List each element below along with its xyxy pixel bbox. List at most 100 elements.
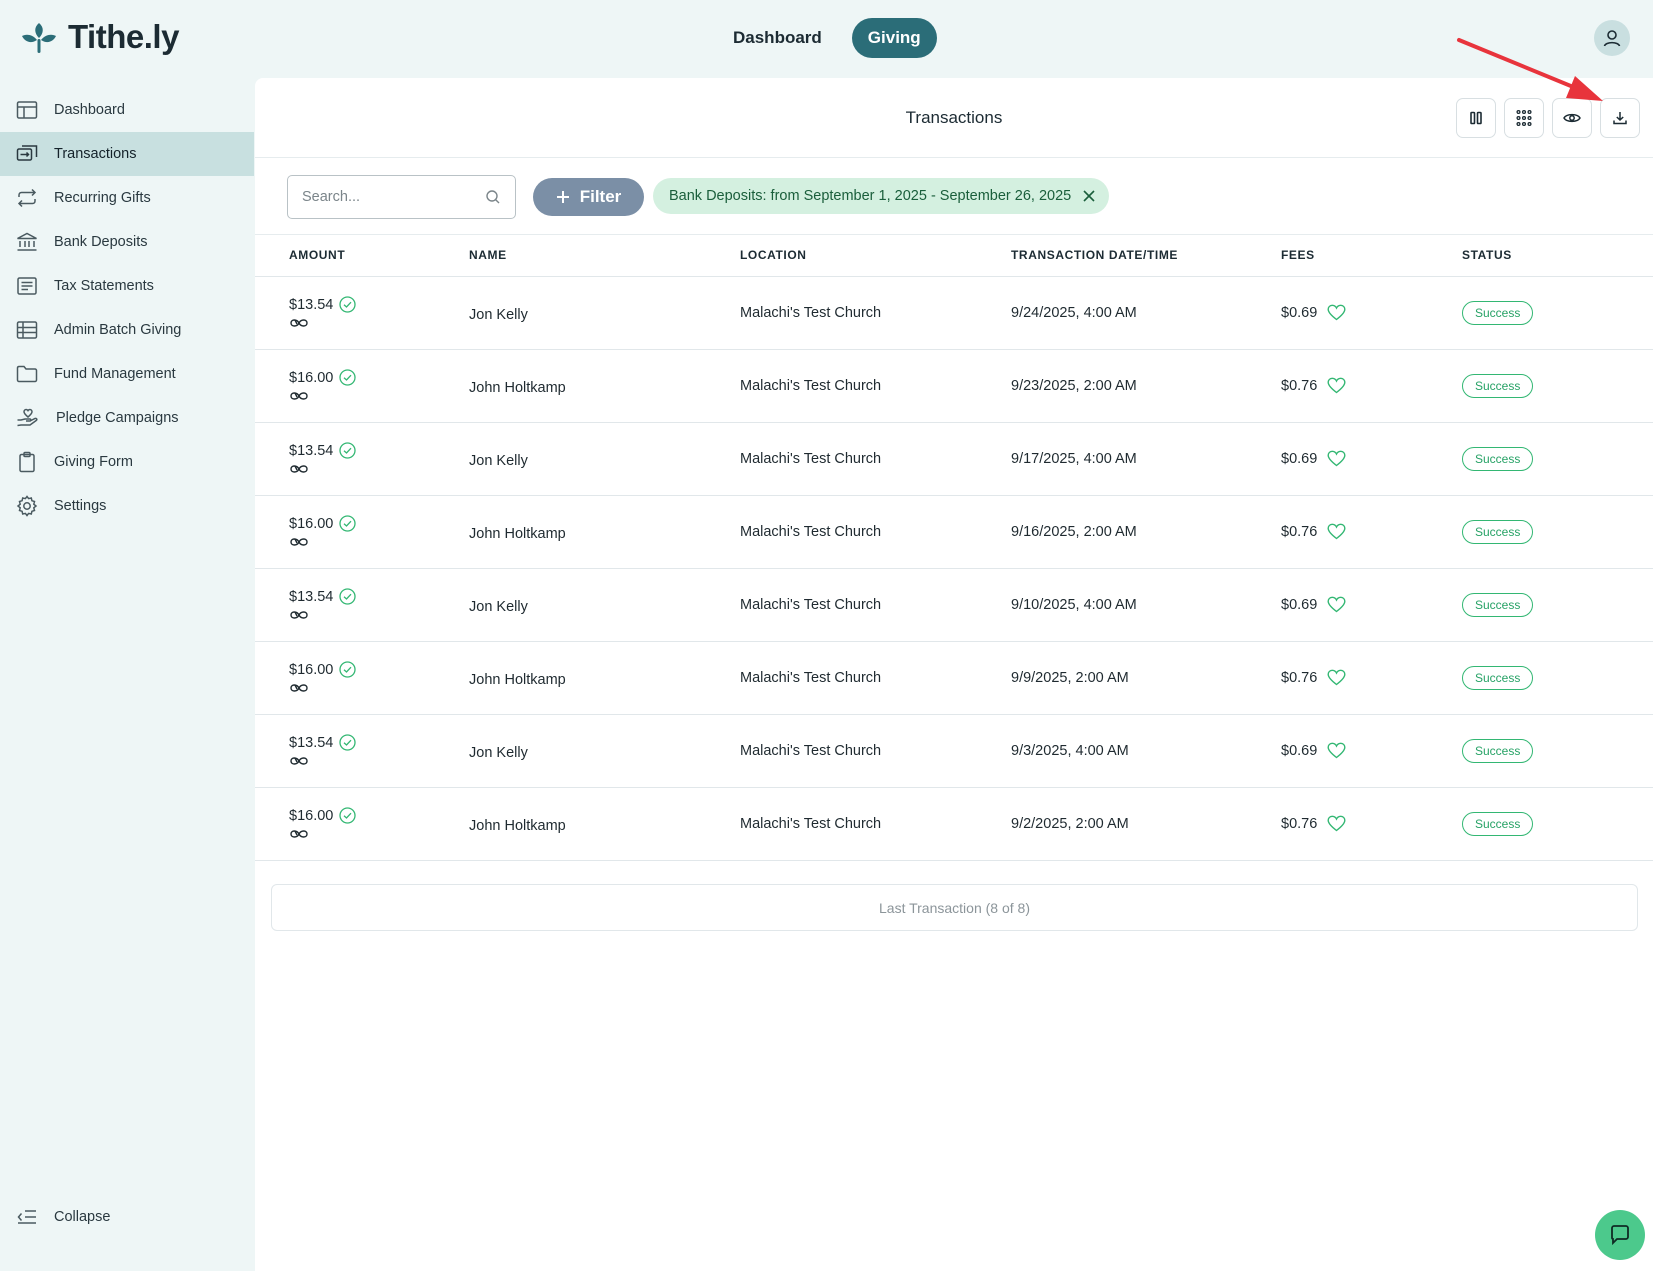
clipboard-icon <box>19 451 35 473</box>
cell-date: 9/24/2025, 4:00 AM <box>1011 276 1281 350</box>
cell-location: Malachi's Test Church <box>740 349 1011 423</box>
cell-fees: $0.76 <box>1281 495 1462 569</box>
sidebar-item-transactions[interactable]: Transactions <box>0 132 254 176</box>
columns-icon <box>1470 111 1482 125</box>
cell-amount: $16.00 <box>255 641 469 715</box>
nav-dashboard[interactable]: Dashboard <box>717 18 838 58</box>
collapse-label: Collapse <box>54 1209 111 1225</box>
fee-value: $0.76 <box>1281 523 1318 540</box>
status-badge: Success <box>1462 738 1534 763</box>
active-filter-chip[interactable]: Bank Deposits: from September 1, 2025 - … <box>653 178 1110 214</box>
active-filter-label: Bank Deposits: from September 1, 2025 - … <box>669 188 1072 204</box>
table-footer: Last Transaction (8 of 8) <box>271 884 1638 931</box>
cell-fees: $0.69 <box>1281 714 1462 788</box>
heart-icon[interactable] <box>1327 815 1346 832</box>
heart-icon[interactable] <box>1327 450 1346 467</box>
column-header-date[interactable]: TRANSACTION DATE/TIME <box>1011 235 1281 277</box>
repeat-icon <box>17 188 37 208</box>
cell-name[interactable]: Jon Kelly <box>469 422 740 496</box>
sidebar-item-admin-batch-giving[interactable]: Admin Batch Giving <box>0 308 254 352</box>
filter-button[interactable]: Filter <box>533 178 644 216</box>
sidebar-item-recurring-gifts[interactable]: Recurring Gifts <box>0 176 254 220</box>
table-row[interactable]: $13.54 Jon Kelly Malachi's Test Church 9/3/… <box>255 714 1653 788</box>
recurring-infinity-icon <box>290 392 308 400</box>
sidebar-item-fund-management[interactable]: Fund Management <box>0 352 254 396</box>
cell-location: Malachi's Test Church <box>740 422 1011 496</box>
cell-name[interactable]: Jon Kelly <box>469 568 740 642</box>
folder-icon <box>16 365 38 383</box>
heart-icon[interactable] <box>1327 304 1346 321</box>
nav-giving[interactable]: Giving <box>851 18 937 58</box>
sidebar-item-pledge-campaigns[interactable]: Pledge Campaigns <box>0 396 254 440</box>
cell-status: Success <box>1462 495 1653 569</box>
cell-name[interactable]: Jon Kelly <box>469 276 740 350</box>
search-input[interactable] <box>302 189 472 205</box>
table-row[interactable]: $16.00 John Holtkamp Malachi's Test Church… <box>255 787 1653 861</box>
cell-fees: $0.69 <box>1281 422 1462 496</box>
fee-value: $0.69 <box>1281 304 1318 321</box>
column-header-status[interactable]: STATUS <box>1462 235 1653 277</box>
close-icon[interactable] <box>1083 190 1095 202</box>
cell-name[interactable]: John Holtkamp <box>469 787 740 861</box>
sidebar-item-dashboard[interactable]: Dashboard <box>0 88 254 132</box>
sidebar-item-label: Pledge Campaigns <box>56 410 179 426</box>
cell-location: Malachi's Test Church <box>740 495 1011 569</box>
column-header-fees[interactable]: FEES <box>1281 235 1462 277</box>
cell-fees: $0.76 <box>1281 787 1462 861</box>
cell-name[interactable]: John Holtkamp <box>469 495 740 569</box>
status-badge: Success <box>1462 519 1534 544</box>
heart-icon[interactable] <box>1327 377 1346 394</box>
cell-amount: $13.54 <box>255 568 469 642</box>
cell-amount: $13.54 <box>255 422 469 496</box>
table-row[interactable]: $13.54 Jon Kelly Malachi's Test Church 9/10… <box>255 568 1653 642</box>
table-row[interactable]: $16.00 John Holtkamp Malachi's Test Church… <box>255 641 1653 715</box>
check-circle-icon <box>339 807 357 824</box>
filter-label: Filter <box>579 187 622 206</box>
sidebar-item-giving-form[interactable]: Giving Form <box>0 440 254 484</box>
sidebar-item-bank-deposits[interactable]: Bank Deposits <box>0 220 254 264</box>
filter-bar: Filter Bank Deposits: from September 1, … <box>255 158 1653 235</box>
cell-name[interactable]: Jon Kelly <box>469 714 740 788</box>
amount-value: $16.00 <box>289 369 334 386</box>
fee-value: $0.76 <box>1281 377 1318 394</box>
sidebar-item-label: Settings <box>54 498 107 514</box>
sidebar-nav: Dashboard Transactions Recurring Gifts B… <box>0 88 254 528</box>
sprout-logo-icon <box>22 23 56 53</box>
cell-date: 9/3/2025, 4:00 AM <box>1011 714 1281 788</box>
status-badge: Success <box>1462 300 1534 325</box>
sidebar-item-tax-statements[interactable]: Tax Statements <box>0 264 254 308</box>
cell-location: Malachi's Test Church <box>740 714 1011 788</box>
search-icon[interactable] <box>485 189 501 205</box>
heart-icon[interactable] <box>1327 596 1346 613</box>
check-circle-icon <box>339 442 357 459</box>
table-row[interactable]: $16.00 John Holtkamp Malachi's Test Church… <box>255 349 1653 423</box>
sidebar-item-label: Recurring Gifts <box>54 190 151 206</box>
sidebar-item-label: Bank Deposits <box>54 234 148 250</box>
heart-icon[interactable] <box>1327 523 1346 540</box>
sidebar-item-label: Giving Form <box>54 454 133 470</box>
heart-icon[interactable] <box>1327 742 1346 759</box>
table-row[interactable]: $13.54 Jon Kelly Malachi's Test Church 9/24… <box>255 276 1653 350</box>
cell-location: Malachi's Test Church <box>740 787 1011 861</box>
brand-logo[interactable]: Tithe.ly <box>22 18 179 56</box>
table-row[interactable]: $16.00 John Holtkamp Malachi's Test Church… <box>255 495 1653 569</box>
cell-name[interactable]: John Holtkamp <box>469 641 740 715</box>
sidebar-item-label: Fund Management <box>54 366 176 382</box>
heart-icon[interactable] <box>1327 669 1346 686</box>
transfer-icon <box>16 145 38 161</box>
cell-status: Success <box>1462 714 1653 788</box>
table-row[interactable]: $13.54 Jon Kelly Malachi's Test Church 9/17… <box>255 422 1653 496</box>
column-header-name[interactable]: NAME <box>469 235 740 277</box>
chat-bubble-icon <box>1611 1225 1629 1246</box>
transactions-table: AMOUNT NAME LOCATION TRANSACTION DATE/TI… <box>255 235 1653 861</box>
chat-button[interactable] <box>1595 1210 1645 1260</box>
check-circle-icon <box>339 661 357 678</box>
sidebar-item-settings[interactable]: Settings <box>0 484 254 528</box>
collapse-icon <box>17 1210 36 1224</box>
column-header-amount[interactable]: AMOUNT <box>255 235 469 277</box>
cell-status: Success <box>1462 422 1653 496</box>
column-header-location[interactable]: LOCATION <box>740 235 1011 277</box>
sidebar-collapse-button[interactable]: Collapse <box>0 1195 254 1239</box>
status-badge: Success <box>1462 665 1534 690</box>
cell-name[interactable]: John Holtkamp <box>469 349 740 423</box>
